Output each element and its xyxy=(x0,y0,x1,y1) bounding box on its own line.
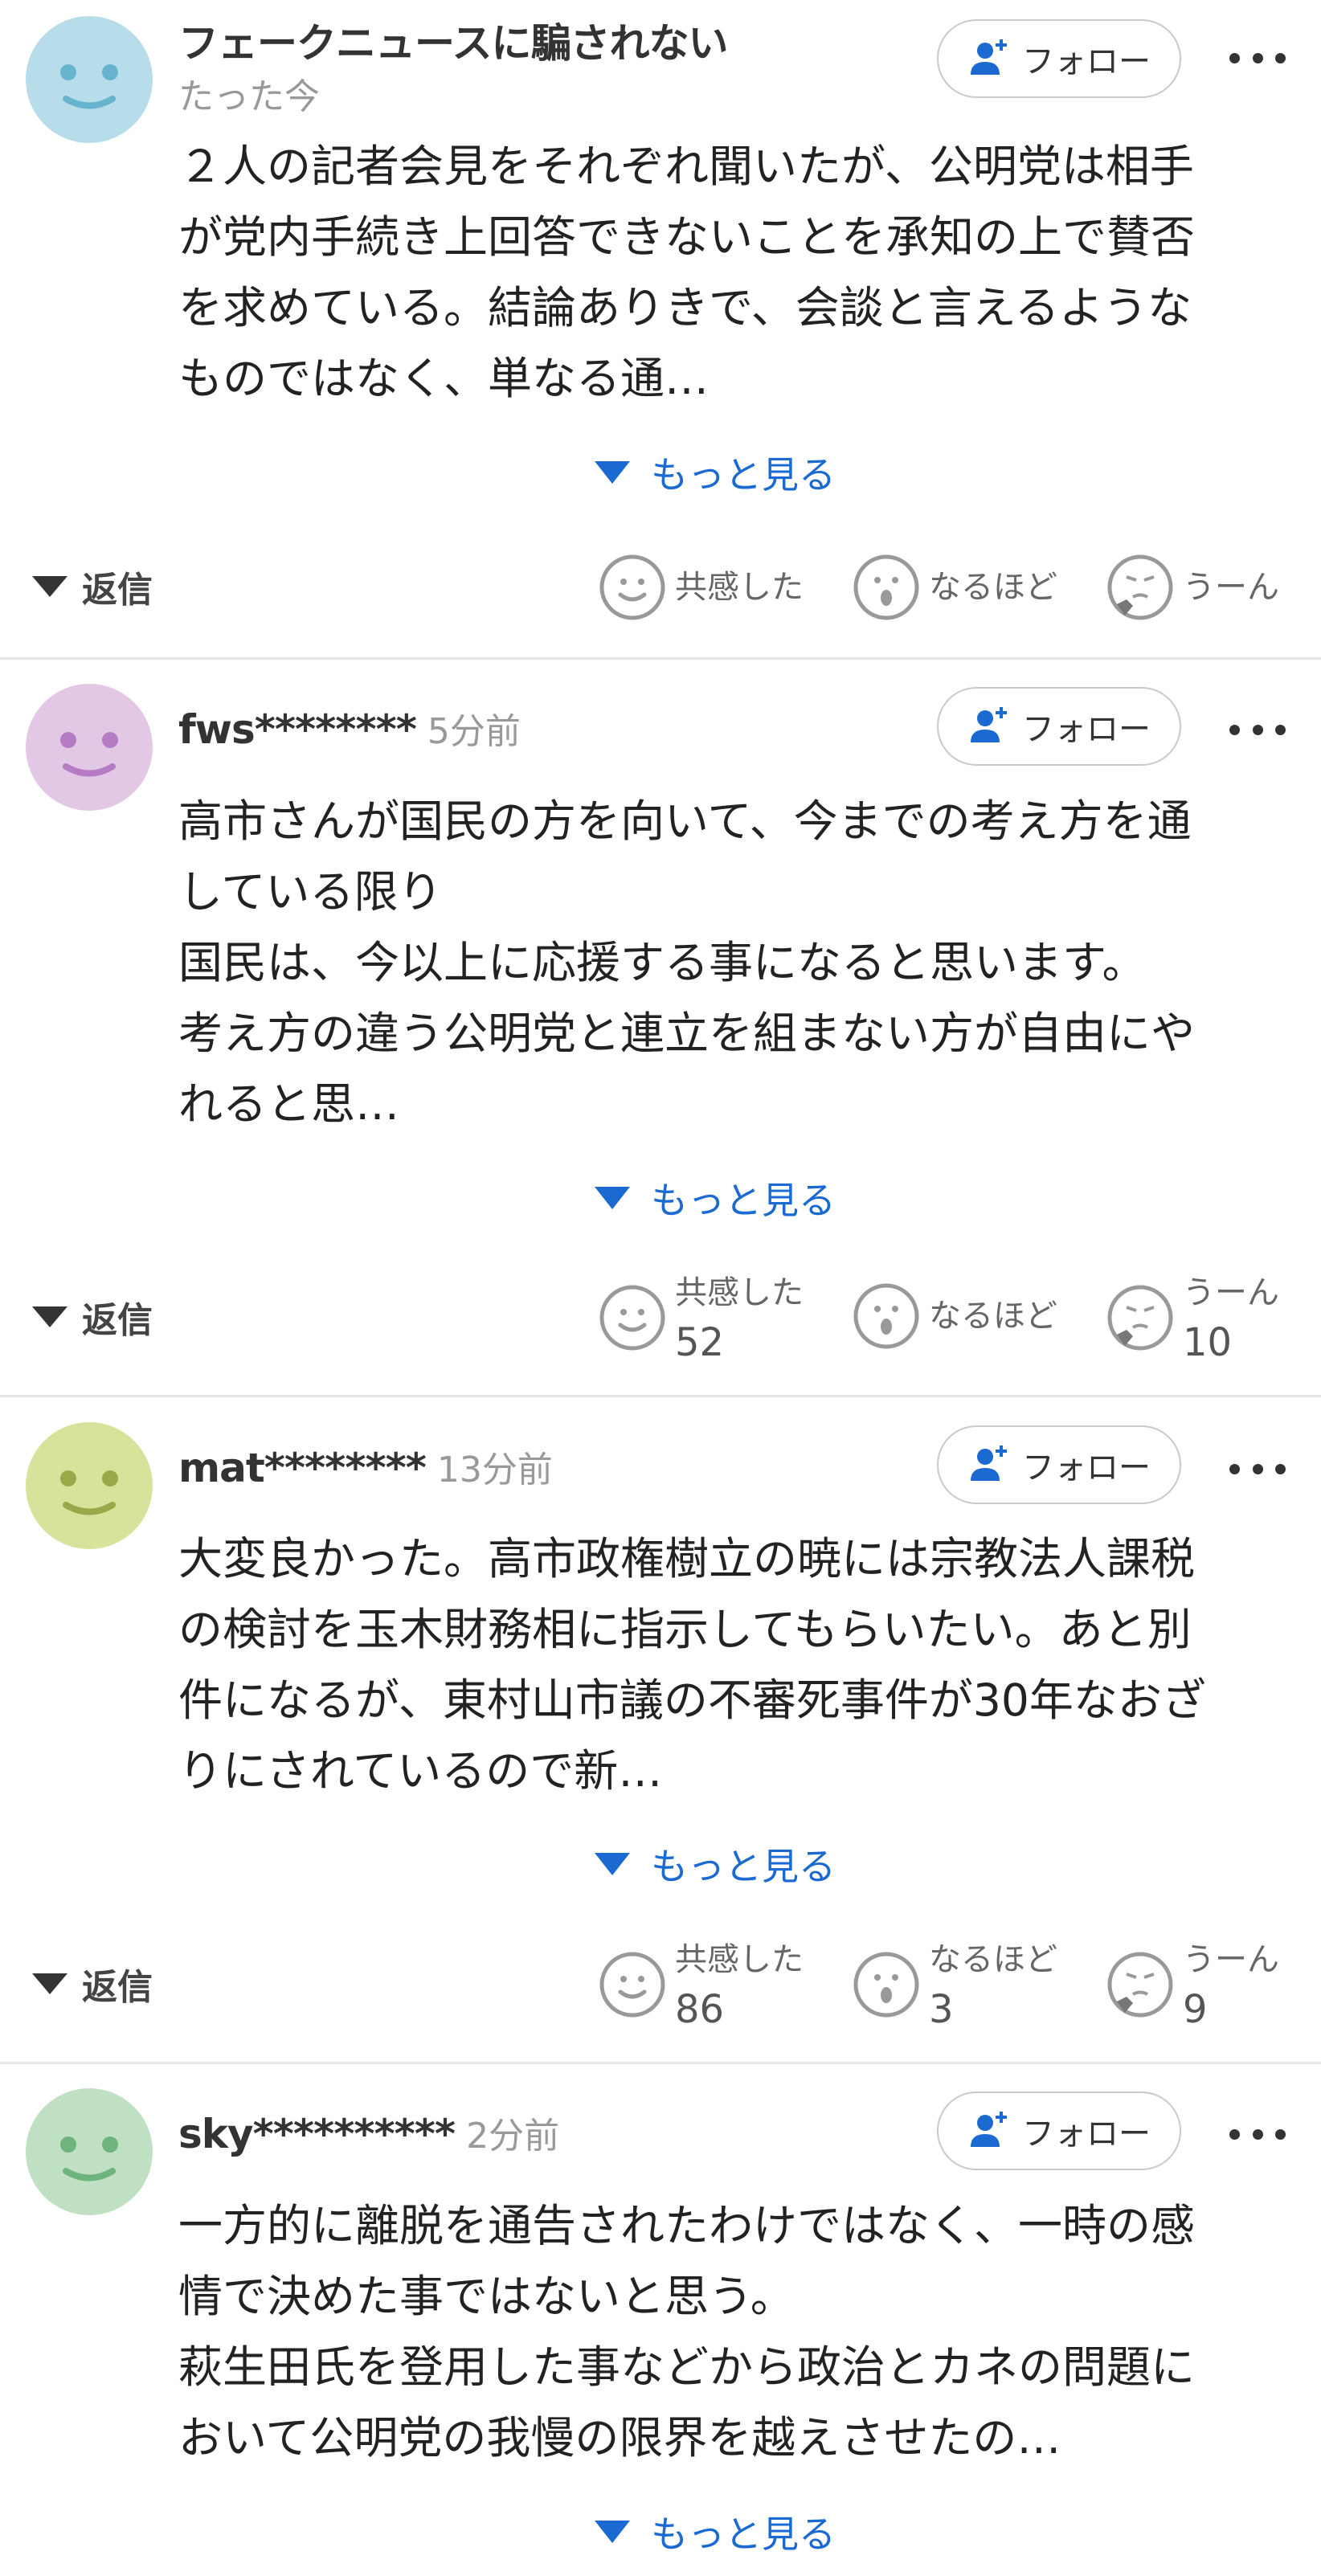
username-text[interactable]: fws******** xyxy=(178,706,417,753)
avatar[interactable] xyxy=(26,1422,153,1549)
triangle-down-icon xyxy=(595,1187,630,1209)
reaction-count: 52 xyxy=(675,1320,725,1365)
follow-button[interactable]: フォロー xyxy=(937,2091,1181,2170)
smile-face-icon xyxy=(599,554,665,620)
reaction-count: 10 xyxy=(1183,1320,1233,1365)
comment-username[interactable]: sky********** 2分前 xyxy=(178,2107,559,2158)
follow-button[interactable]: フォロー xyxy=(937,1425,1181,1504)
smile-face-icon xyxy=(599,1285,665,1351)
reply-label: 返信 xyxy=(82,1300,153,1341)
smile-face-icon xyxy=(599,1952,665,2018)
see-more-label: もっと見る xyxy=(651,2513,836,2556)
comment-time: たった今 xyxy=(178,76,320,117)
reaction-count: 86 xyxy=(675,1987,725,2032)
divider xyxy=(0,2062,1321,2064)
triangle-down-icon xyxy=(32,1306,67,1327)
see-more-label: もっと見る xyxy=(651,1845,836,1888)
follow-label: フォロー xyxy=(1022,711,1151,748)
comment-time: 2分前 xyxy=(466,2116,560,2157)
reply-toggle[interactable]: 返信 xyxy=(32,1956,153,2012)
username-text[interactable]: sky********** xyxy=(178,2111,456,2157)
comment-body: ２人の記者会見をそれぞれ聞いたが、公明党は相手 が党内手続き上回答できないことを… xyxy=(178,141,1196,404)
reaction-label: なるほど xyxy=(929,569,1057,606)
reaction-label: なるほど xyxy=(929,1941,1057,1978)
comment-body: 一方的に離脱を通告されたわけではなく、一時の感 情で決めた事ではないと思う。 萩… xyxy=(178,2200,1196,2464)
comment-time: 5分前 xyxy=(427,711,521,752)
reply-toggle[interactable]: 返信 xyxy=(32,1289,153,1345)
comment-body: 高市さんが国民の方を向いて、今までの考え方を通 している限り 国民は、今以上に応… xyxy=(178,795,1196,1130)
comment-username[interactable]: mat******** 13分前 xyxy=(178,1441,553,1492)
follow-button[interactable]: フォロー xyxy=(937,19,1181,98)
reaction-empathy-button[interactable]: 共感した 52 xyxy=(598,1268,804,1368)
thinking-face-icon xyxy=(1107,1285,1173,1351)
reaction-uun-button[interactable]: うーん 9 xyxy=(1106,1935,1279,2034)
more-options-icon[interactable] xyxy=(1221,1453,1294,1485)
more-options-icon[interactable] xyxy=(1221,714,1294,746)
see-more-link[interactable]: もっと見る xyxy=(595,1170,836,1226)
reaction-label: 共感した xyxy=(675,569,804,606)
reply-label: 返信 xyxy=(82,1967,153,2008)
see-more-link[interactable]: もっと見る xyxy=(595,1836,836,1892)
see-more-label: もっと見る xyxy=(651,1179,836,1222)
reaction-count: 9 xyxy=(1183,1987,1208,2032)
follow-label: フォロー xyxy=(1022,1450,1151,1486)
follow-label: フォロー xyxy=(1022,43,1151,80)
thinking-face-icon xyxy=(1107,554,1173,620)
comment-username[interactable]: fws******** 5分前 xyxy=(178,702,521,754)
reaction-label: 共感した xyxy=(675,1941,804,1978)
add-user-icon xyxy=(971,2112,1007,2147)
reaction-label: なるほど xyxy=(929,1298,1057,1335)
comment-username[interactable]: フェークニュースに騙されない xyxy=(178,11,728,69)
divider xyxy=(0,1395,1321,1397)
triangle-down-icon xyxy=(595,2521,630,2543)
triangle-down-icon xyxy=(595,1853,630,1875)
divider xyxy=(0,657,1321,660)
avatar[interactable] xyxy=(26,2088,153,2215)
reaction-empathy-button[interactable]: 共感した xyxy=(598,553,804,622)
follow-button[interactable]: フォロー xyxy=(937,687,1181,766)
reaction-naruhodo-button[interactable]: なるほど 3 xyxy=(852,1935,1057,2034)
surprised-face-icon xyxy=(853,1283,919,1349)
see-more-link[interactable]: もっと見る xyxy=(595,444,836,501)
avatar[interactable] xyxy=(26,16,153,143)
triangle-down-icon xyxy=(32,1973,67,1994)
reaction-empathy-button[interactable]: 共感した 86 xyxy=(598,1935,804,2034)
comment-body: 大変良かった。高市政権樹立の暁には宗教法人課税 の検討を玉木財務相に指示してもら… xyxy=(178,1533,1206,1797)
reaction-label: 共感した xyxy=(675,1274,804,1311)
reaction-count: 3 xyxy=(929,1987,954,2032)
more-options-icon[interactable] xyxy=(1221,42,1294,74)
reaction-label: うーん xyxy=(1183,569,1279,606)
add-user-icon xyxy=(971,39,1007,75)
add-user-icon xyxy=(971,707,1007,742)
add-user-icon xyxy=(971,1445,1007,1481)
triangle-down-icon xyxy=(32,576,67,597)
avatar[interactable] xyxy=(26,684,153,811)
reaction-naruhodo-button[interactable]: なるほど xyxy=(852,553,1057,622)
surprised-face-icon xyxy=(853,1952,919,2018)
reaction-label: うーん xyxy=(1183,1941,1279,1978)
triangle-down-icon xyxy=(595,461,630,484)
more-options-icon[interactable] xyxy=(1221,2118,1294,2150)
reply-label: 返信 xyxy=(82,570,153,611)
thinking-face-icon xyxy=(1107,1952,1173,2018)
follow-label: フォロー xyxy=(1022,2116,1151,2153)
comment-time: 13分前 xyxy=(436,1450,553,1490)
see-more-link[interactable]: もっと見る xyxy=(595,2504,836,2560)
reply-toggle[interactable]: 返信 xyxy=(32,558,153,615)
reaction-uun-button[interactable]: うーん 10 xyxy=(1106,1268,1279,1368)
see-more-label: もっと見る xyxy=(651,453,836,497)
username-text[interactable]: mat******** xyxy=(178,1445,427,1491)
reaction-label: うーん xyxy=(1183,1274,1279,1311)
surprised-face-icon xyxy=(853,554,919,620)
reaction-naruhodo-button[interactable]: なるほど xyxy=(852,1282,1057,1351)
reaction-uun-button[interactable]: うーん xyxy=(1106,553,1279,622)
